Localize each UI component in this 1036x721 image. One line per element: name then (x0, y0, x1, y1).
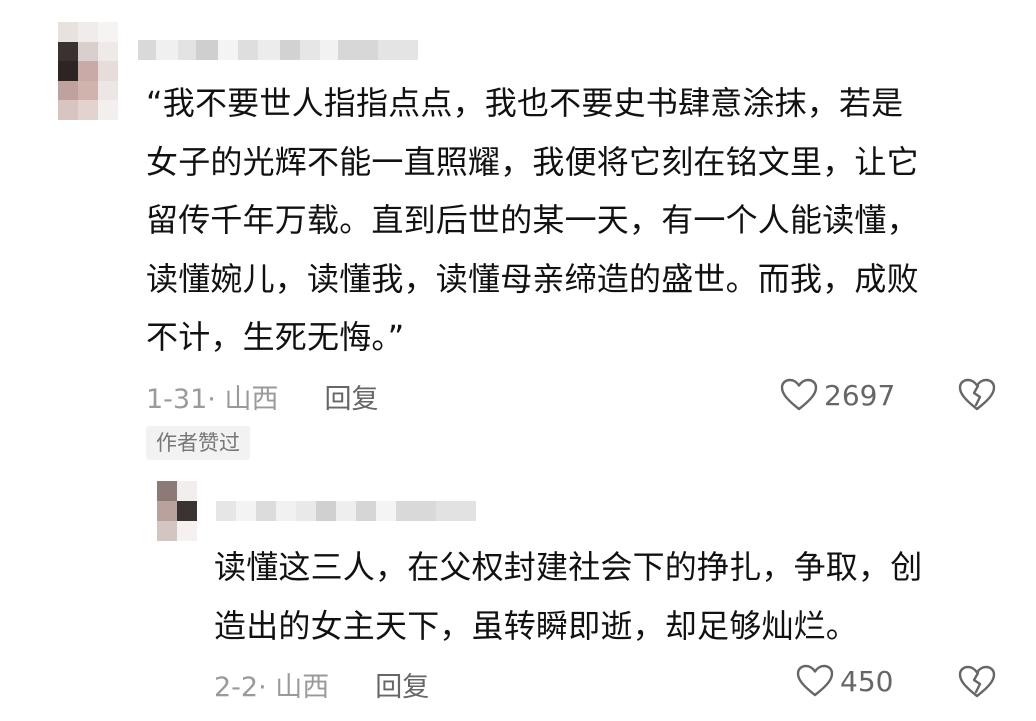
reply-like-count: 450 (840, 664, 894, 698)
reply-line: 读懂这三人，在父权封建社会下的挣扎，争取，创 (214, 548, 923, 586)
comment-text: “我不要世人指指点点，我也不要史书肆意涂抹，若是 女子的光辉不能一直照耀，我便将… (146, 74, 1016, 367)
reply-line: 造出的女主天下，虽转瞬即逝，却足够灿烂。 (214, 606, 859, 645)
reply-button[interactable]: 回复 (324, 377, 378, 416)
comment-line: 留传千年万载。直到后世的某一天，有一个人能读懂， (146, 201, 919, 239)
broken-heart-icon (958, 665, 996, 698)
heart-outline-icon (780, 378, 818, 411)
comment-line: “我不要世人指指点点，我也不要史书肆意涂抹，若是 (146, 84, 904, 122)
comment-line: 不计，生死无悔。” (146, 318, 405, 356)
reply-username-blurred[interactable] (216, 501, 476, 521)
reply-text: 读懂这三人，在父权封建社会下的挣扎，争取，创 造出的女主天下，虽转瞬即逝，却足够… (214, 538, 1014, 655)
reply-avatar[interactable] (157, 481, 197, 541)
author-liked-badge: 作者赞过 (146, 426, 250, 460)
comment-line: 读懂婉儿，读懂我，读懂母亲缔造的盛世。而我，成败 (146, 259, 919, 298)
heart-outline-icon (796, 664, 834, 697)
reply-dislike-button[interactable] (958, 665, 996, 703)
reply-date-location: 2-2· 山西 (214, 672, 330, 703)
like-count: 2697 (824, 378, 896, 412)
username-blurred[interactable] (138, 40, 418, 60)
reply-like-button[interactable]: 450 (796, 664, 893, 698)
broken-heart-icon (958, 378, 996, 411)
dislike-button[interactable] (958, 378, 996, 416)
comment-thread: “我不要世人指指点点，我也不要史书肆意涂抹，若是 女子的光辉不能一直照耀，我便将… (0, 0, 1036, 721)
date-location: 1-31· 山西 (146, 384, 279, 415)
reply-reply-button[interactable]: 回复 (375, 665, 429, 704)
comment-line: 女子的光辉不能一直照耀，我便将它刻在铭文里，让它 (146, 142, 919, 181)
avatar[interactable] (58, 22, 118, 120)
comment-meta: 1-31· 山西 回复 (146, 377, 378, 416)
like-button[interactable]: 2697 (780, 378, 895, 412)
reply-meta: 2-2· 山西 回复 (214, 665, 429, 704)
